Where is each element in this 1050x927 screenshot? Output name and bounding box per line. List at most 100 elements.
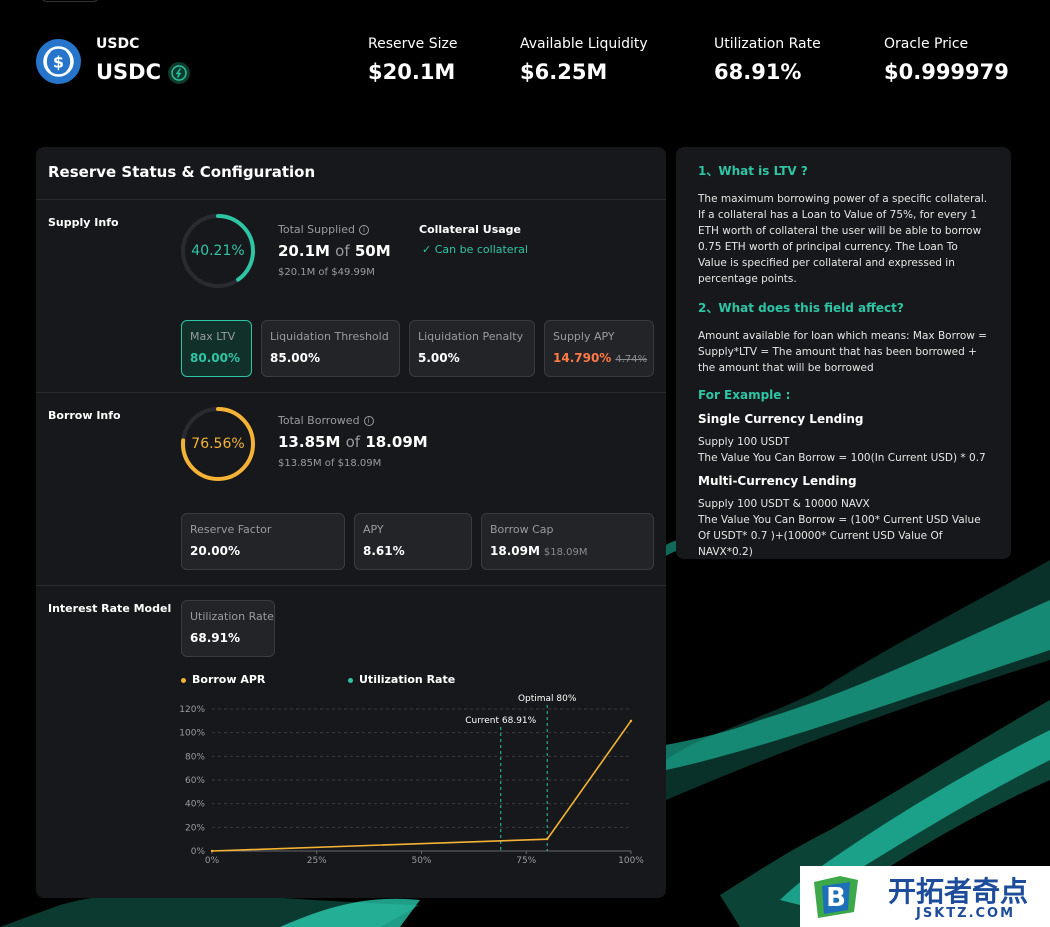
token-symbol-label: USDC — [96, 36, 140, 52]
faq-multi-lending-title: Multi-Currency Lending — [698, 474, 857, 488]
card-label: Supply APY — [553, 330, 615, 343]
card-label: Borrow Cap — [490, 523, 554, 536]
supply-info-label: Supply Info — [48, 216, 119, 229]
panel-title: Reserve Status & Configuration — [48, 163, 316, 181]
reserve-status-panel: Reserve Status & Configuration Supply In… — [36, 147, 666, 898]
check-icon: ✓ — [422, 243, 432, 256]
x-tick-label: 25% — [307, 856, 327, 866]
card-label: Liquidation Threshold — [270, 330, 389, 343]
card-utilization-rate[interactable]: Utilization Rate 68.91% — [181, 600, 275, 657]
stat-label: Available Liquidity — [520, 36, 648, 52]
divider — [36, 199, 666, 200]
card-value: 8.61% — [363, 544, 405, 558]
y-tick-label: 60% — [185, 776, 205, 786]
card-value: 20.00% — [190, 544, 240, 558]
verified-icon[interactable] — [168, 62, 190, 84]
card-value: 68.91% — [190, 631, 240, 645]
stat-value: 68.91% — [714, 60, 802, 84]
series-point — [629, 719, 633, 723]
card-label: Liquidation Penalty — [418, 330, 524, 343]
x-tick-label: 50% — [411, 856, 431, 866]
divider — [36, 585, 666, 586]
card-borrow-cap[interactable]: Borrow Cap 18.09M $18.09M — [481, 513, 654, 570]
stat-label: Utilization Rate — [714, 36, 821, 52]
card-label: Reserve Factor — [190, 523, 272, 536]
faq-question-2: 2、What does this field affect? — [698, 301, 904, 315]
y-tick-label: 100% — [179, 729, 205, 739]
stat-oracle-price: Oracle Price $0.999979 — [884, 36, 1009, 84]
token-symbol-title: USDC — [96, 60, 162, 84]
x-tick-label: 100% — [618, 856, 644, 866]
faq-answer-2: Amount available for loan which means: M… — [698, 330, 987, 374]
stat-value: $0.999979 — [884, 60, 1009, 84]
total-borrowed-value: 13.85M of 18.09M — [278, 433, 428, 451]
marker-label: Current 68.91% — [465, 716, 536, 726]
stat-available-liquidity: Available Liquidity $6.25M — [520, 36, 648, 84]
total-borrowed-label: Total Borrowed i — [278, 414, 374, 427]
info-icon: i — [363, 416, 374, 426]
x-tick-label: 0% — [205, 856, 220, 866]
legend-dot — [348, 677, 353, 683]
card-value: 85.00% — [270, 351, 320, 365]
stat-utilization-rate: Utilization Rate 68.91% — [714, 36, 821, 84]
card-apy[interactable]: APY 8.61% — [354, 513, 472, 570]
info-icon: i — [358, 225, 369, 235]
usdc-dollar-icon: $ — [36, 39, 81, 84]
borrow-progress-ring: 76.56% — [179, 405, 257, 483]
card-label: APY — [363, 523, 384, 536]
series-point — [210, 849, 214, 853]
card-liquidation-threshold[interactable]: Liquidation Threshold 85.00% — [261, 320, 400, 377]
card-value: 14.790% 4.74% — [553, 351, 648, 365]
supply-progress-ring: 40.21% — [179, 212, 257, 290]
ltv-faq-panel: 1、What is LTV ? The maximum borrowing po… — [676, 147, 1011, 559]
card-supply-apy[interactable]: Supply APY 14.790% 4.74% — [544, 320, 654, 377]
card-label: Max LTV — [190, 330, 236, 343]
stat-value: $20.1M — [368, 60, 456, 84]
total-supplied-value: 20.1M of 50M — [278, 242, 391, 260]
watermark-en-text: JSKTZ.COM — [916, 906, 1016, 921]
divider — [36, 392, 666, 393]
stat-label: Oracle Price — [884, 36, 969, 52]
stat-reserve-size: Reserve Size $20.1M — [368, 36, 457, 84]
interest-rate-chart: 0% 20% 40% 60% 80% 100% 120% 0% 25% 50% 75% 100% Cur… — [179, 694, 644, 866]
faq-single-lending-text: Supply 100 USDT The Value You Can Borrow … — [698, 436, 986, 464]
collateral-status: ✓ Can be collateral — [422, 243, 528, 256]
card-value: 18.09M $18.09M — [490, 544, 588, 558]
marker-label: Optimal 80% — [518, 694, 577, 704]
total-supplied-label: Total Supplied i — [278, 223, 369, 236]
borrow-percent: 76.56% — [191, 436, 245, 452]
stat-label: Reserve Size — [368, 36, 458, 52]
svg-text:B: B — [826, 883, 846, 913]
legend-utilization-rate: Utilization Rate — [348, 673, 455, 686]
card-value: 80.00% — [190, 351, 240, 365]
watermark-logo-icon: B — [814, 876, 858, 918]
borrow-info-label: Borrow Info — [48, 409, 121, 422]
y-tick-label: 0% — [191, 847, 206, 857]
legend-dot — [181, 677, 186, 683]
faq-example-title: For Example : — [698, 388, 791, 402]
legend-borrow-apr: Borrow APR — [181, 673, 265, 686]
y-tick-label: 120% — [179, 705, 205, 715]
y-tick-label: 80% — [185, 752, 205, 762]
watermark: B 开拓者奇点 JSKTZ.COM — [800, 866, 1050, 927]
stat-value: $6.25M — [520, 60, 608, 84]
supply-percent: 40.21% — [191, 243, 245, 259]
series-line-borrow-apr — [211, 720, 632, 852]
total-borrowed-usd: $13.85M of $18.09M — [278, 458, 382, 469]
x-tick-label: 75% — [516, 856, 536, 866]
collateral-usage-title: Collateral Usage — [419, 223, 521, 236]
faq-single-lending-title: Single Currency Lending — [698, 412, 864, 426]
faq-multi-lending-text: Supply 100 USDT & 10000 NAVX The Value Yo… — [698, 498, 981, 558]
card-value: 5.00% — [418, 351, 460, 365]
card-liquidation-penalty[interactable]: Liquidation Penalty 5.00% — [409, 320, 535, 377]
svg-text:$: $ — [53, 53, 64, 72]
watermark-cn-text: 开拓者奇点 — [888, 875, 1029, 908]
interest-rate-model-label: Interest Rate Model — [48, 602, 172, 615]
card-max-ltv[interactable]: Max LTV 80.00% — [181, 320, 252, 377]
faq-question-1: 1、What is LTV ? — [698, 164, 808, 178]
y-tick-label: 20% — [185, 823, 205, 833]
card-reserve-factor[interactable]: Reserve Factor 20.00% — [181, 513, 345, 570]
faq-answer-1: The maximum borrowing power of a specifi… — [698, 193, 988, 285]
top-tab-pill[interactable] — [40, 0, 100, 2]
y-tick-label: 40% — [185, 800, 205, 810]
